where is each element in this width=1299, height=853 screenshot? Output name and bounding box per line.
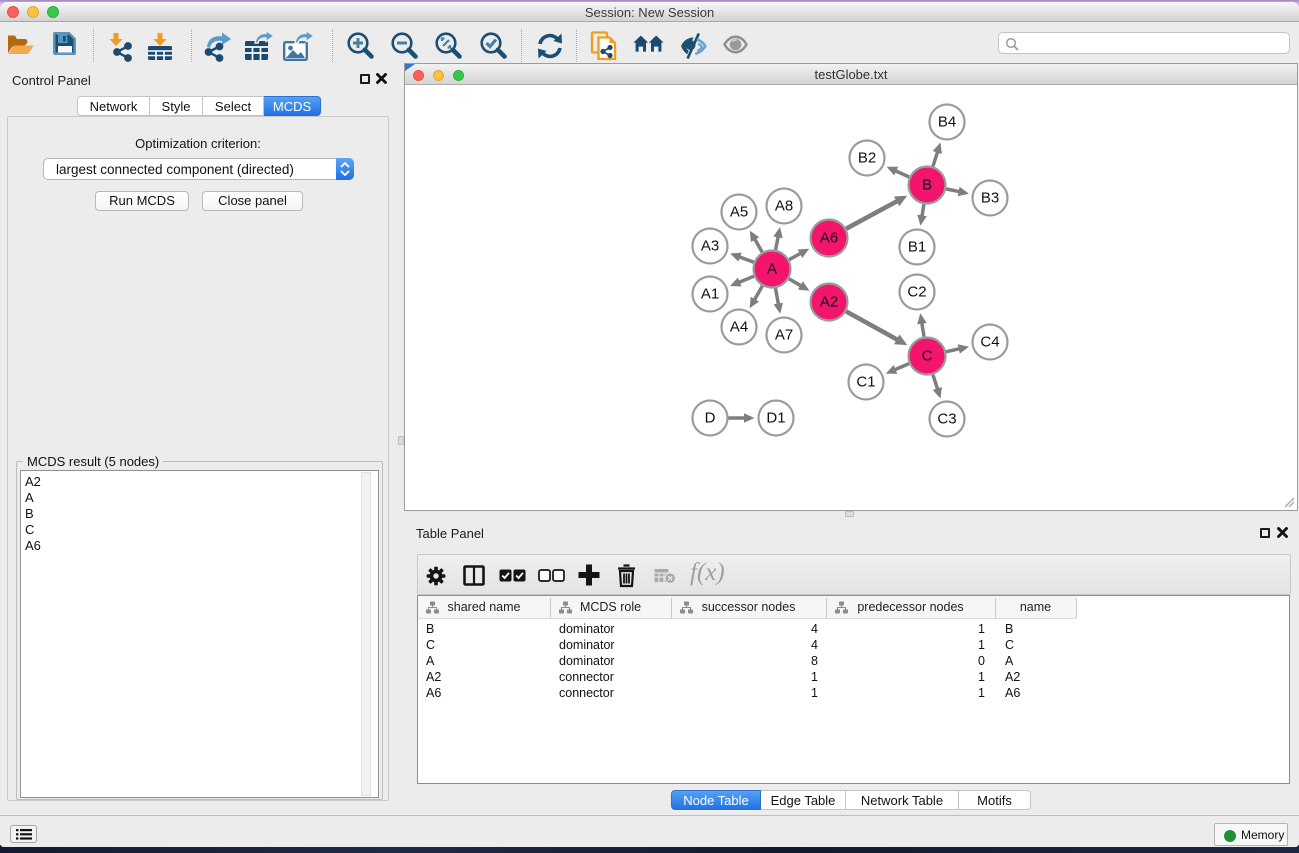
svg-text:C4: C4 [980,334,999,351]
svg-text:A1: A1 [701,286,719,303]
svg-text:D: D [705,410,716,427]
svg-text:A4: A4 [730,319,748,336]
svg-text:B2: B2 [858,150,876,167]
svg-text:C1: C1 [856,374,875,391]
svg-text:A5: A5 [730,204,748,221]
svg-text:A2: A2 [820,294,838,311]
svg-text:A3: A3 [701,238,719,255]
svg-text:B3: B3 [981,190,999,207]
svg-text:B: B [922,177,932,194]
svg-text:A7: A7 [775,327,793,344]
svg-text:D1: D1 [766,410,785,427]
svg-text:A6: A6 [820,230,838,247]
svg-text:C3: C3 [937,411,956,428]
svg-text:C: C [922,348,933,365]
svg-text:B1: B1 [908,239,926,256]
svg-text:C2: C2 [907,284,926,301]
svg-text:A: A [767,261,777,278]
svg-text:B4: B4 [938,114,956,131]
svg-text:A8: A8 [775,198,793,215]
